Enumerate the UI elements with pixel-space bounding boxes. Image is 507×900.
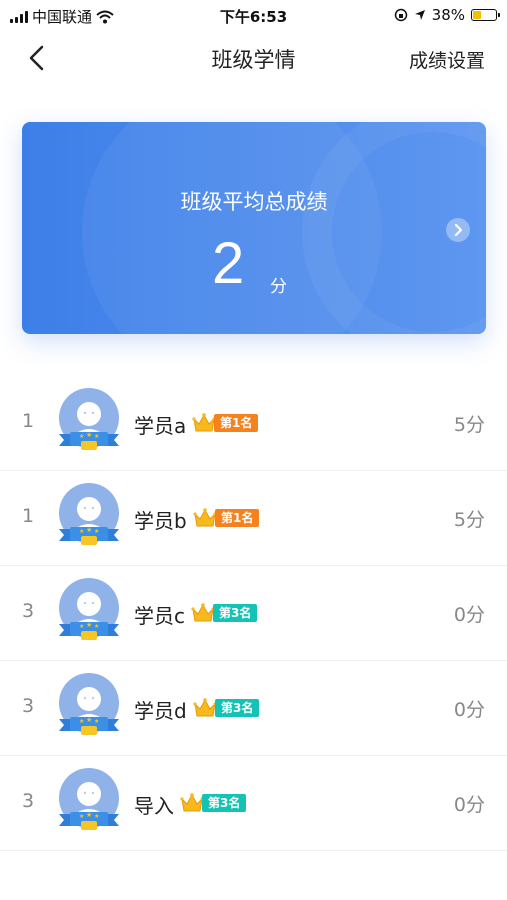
- rank-number: 3: [22, 790, 35, 812]
- svg-text:★: ★: [79, 718, 84, 725]
- svg-text:★: ★: [86, 526, 92, 534]
- card-title: 班级平均总成绩: [180, 190, 328, 214]
- svg-text:★: ★: [86, 811, 92, 819]
- student-score: 0分: [453, 604, 485, 626]
- crown-icon: [180, 793, 204, 812]
- svg-text:★: ★: [94, 623, 99, 630]
- svg-text:★: ★: [86, 431, 92, 439]
- class-average-card: 班级平均总成绩 2 分: [22, 122, 486, 334]
- avatar: ★ ★ ★: [59, 768, 119, 830]
- status-right: 38%: [394, 6, 500, 24]
- average-score: 2: [212, 231, 245, 296]
- rank-badge-label: 第1名: [214, 414, 259, 432]
- crown-icon: [193, 508, 217, 527]
- avatar: ★ ★ ★: [59, 483, 119, 545]
- crown-icon: [191, 603, 215, 622]
- student-score: 5分: [453, 509, 485, 531]
- nav-bar: 班级学情 成绩设置: [0, 30, 507, 86]
- student-name: 学员d: [134, 699, 187, 723]
- list-item[interactable]: 3 ★ ★ ★ 学员d 第3名 0分: [0, 661, 507, 756]
- rank-badge: 第1名: [192, 412, 259, 434]
- svg-text:★: ★: [94, 718, 99, 725]
- list-item[interactable]: 3 ★ ★ ★ 学员c 第3名 0分: [0, 566, 507, 661]
- svg-text:★: ★: [86, 621, 92, 629]
- rank-number: 1: [22, 410, 35, 432]
- list-item[interactable]: 1 ★ ★ ★ 学员b 第1名 5分: [0, 471, 507, 566]
- crown-icon: [193, 698, 217, 717]
- student-name: 学员c: [134, 604, 185, 628]
- score-settings-button[interactable]: 成绩设置: [409, 46, 485, 73]
- rank-number: 1: [22, 505, 35, 527]
- avatar: ★ ★ ★: [59, 388, 119, 450]
- rank-badge-label: 第3名: [215, 699, 260, 717]
- svg-text:★: ★: [79, 813, 84, 820]
- avatar: ★ ★ ★: [59, 578, 119, 640]
- student-score: 5分: [453, 414, 485, 436]
- svg-text:★: ★: [79, 623, 84, 630]
- svg-text:★: ★: [94, 813, 99, 820]
- rank-badge: 第3名: [191, 602, 258, 624]
- student-name: 学员a: [134, 414, 187, 438]
- rank-number: 3: [22, 695, 35, 717]
- rank-badge: 第3名: [180, 792, 247, 814]
- rank-badge-label: 第3名: [213, 604, 258, 622]
- battery-icon: [471, 9, 500, 21]
- rank-badge: 第1名: [193, 507, 260, 529]
- location-icon: [414, 10, 425, 20]
- svg-text:★: ★: [79, 528, 84, 535]
- rank-number: 3: [22, 600, 35, 622]
- status-bar: 中国联通 下午6:53 38%: [0, 0, 507, 30]
- score-unit: 分: [270, 277, 287, 297]
- student-ranking-list: 1 ★ ★ ★ 学员a 第1名 5分 1 ★ ★ ★ 学员b 第1名 5分 3 …: [0, 376, 507, 851]
- svg-text:★: ★: [79, 433, 84, 440]
- svg-text:★: ★: [86, 716, 92, 724]
- rank-badge-label: 第1名: [215, 509, 260, 527]
- rank-badge: 第3名: [193, 697, 260, 719]
- list-item[interactable]: 1 ★ ★ ★ 学员a 第1名 5分: [0, 376, 507, 471]
- orientation-lock-icon: [394, 8, 407, 22]
- crown-icon: [192, 413, 216, 432]
- student-score: 0分: [453, 699, 485, 721]
- student-score: 0分: [453, 794, 485, 816]
- list-item[interactable]: 3 ★ ★ ★ 导入 第3名 0分: [0, 756, 507, 851]
- svg-text:★: ★: [94, 528, 99, 535]
- avatar: ★ ★ ★: [59, 673, 119, 735]
- rank-badge-label: 第3名: [202, 794, 247, 812]
- student-name: 导入: [134, 794, 174, 818]
- battery-percent: 38%: [431, 6, 465, 24]
- chevron-right-icon[interactable]: [446, 218, 470, 242]
- student-name: 学员b: [134, 509, 187, 533]
- svg-text:★: ★: [94, 433, 99, 440]
